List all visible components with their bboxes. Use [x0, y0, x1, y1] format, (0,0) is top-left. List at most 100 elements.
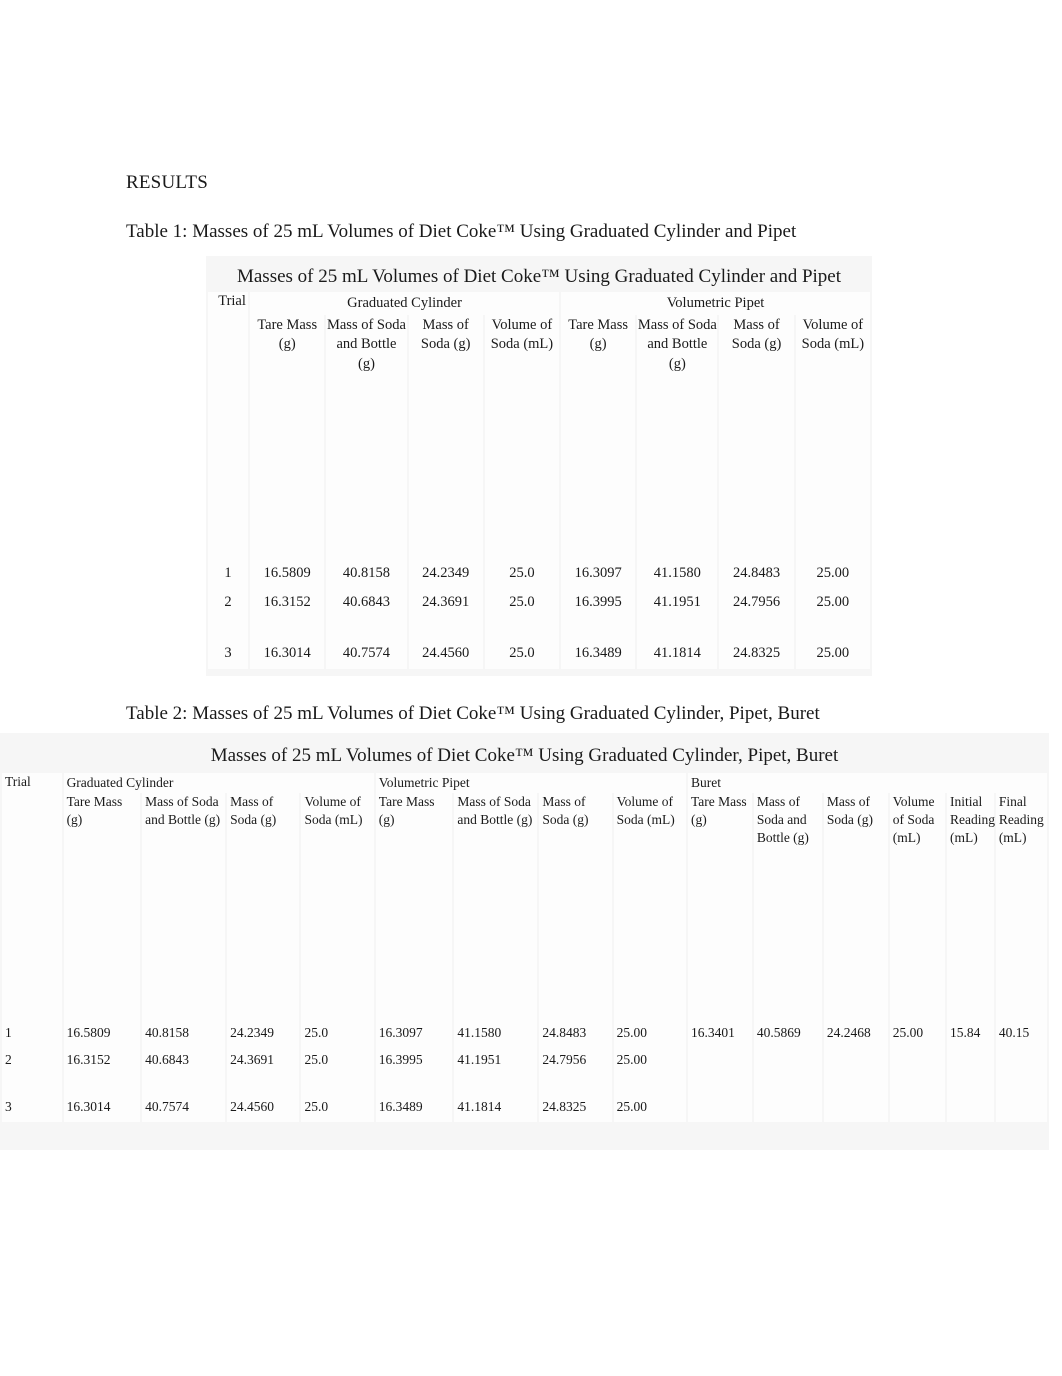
data-cell: 24.3691 — [227, 1048, 300, 1075]
column-header: Tare Mass (g) — [375, 793, 453, 1021]
data-cell: 41.1951 — [454, 1048, 538, 1075]
spacer-cell — [637, 617, 718, 640]
spacer-cell — [454, 1075, 538, 1095]
table-row: 2 16.3152 40.6843 24.3691 25.0 16.3995 41.1951… — [208, 588, 870, 618]
data-cell: 16.3401 — [688, 1021, 752, 1048]
data-cell: 25.00 — [889, 1021, 946, 1048]
table-row: 1 16.5809 40.8158 24.2349 25.0 16.3097 41.1580… — [208, 559, 870, 589]
table-1-caption: Table 1: Masses of 25 mL Volumes of Diet… — [126, 221, 797, 242]
spacer-cell — [539, 1075, 612, 1095]
data-cell — [688, 1048, 752, 1075]
column-header: Mass of Soda and Bottle (g) — [753, 793, 822, 1021]
trial-column-header: Trial — [2, 773, 62, 793]
trial-number-cell: 1 — [2, 1021, 62, 1048]
data-cell — [889, 1095, 946, 1122]
column-header: Mass of Soda and Bottle (g) — [454, 793, 538, 1021]
data-cell: 24.7956 — [539, 1048, 612, 1075]
column-header: Mass of Soda (g) — [539, 793, 612, 1021]
column-header: Tare Mass (g) — [63, 793, 141, 1021]
data-cell: 40.6843 — [326, 588, 407, 618]
trial-number-cell: 3 — [208, 639, 249, 669]
data-cell: 41.1951 — [637, 588, 718, 618]
table-1-grid: Trial Graduated Cylinder Volumetric Pipet T… — [206, 292, 872, 669]
trial-number-cell: 3 — [2, 1095, 62, 1122]
table-2-spacer-row — [2, 1075, 1047, 1095]
data-cell: 41.1814 — [454, 1095, 538, 1122]
results-section-heading: RESULTS — [126, 172, 209, 193]
data-cell: 25.00 — [613, 1021, 686, 1048]
data-cell — [753, 1048, 822, 1075]
column-header: Volume of Soda (mL) — [795, 314, 870, 560]
column-header: Mass of Soda and Bottle (g) — [326, 314, 407, 560]
spacer-cell — [326, 617, 407, 640]
data-cell: 24.4560 — [227, 1095, 300, 1122]
spacer-cell — [823, 1075, 888, 1095]
column-header: Tare Mass (g) — [561, 314, 636, 560]
column-header: Volume of Soda (mL) — [484, 314, 560, 560]
table-2-group-header-row: Trial Graduated Cylinder Volumetric Pipet B… — [2, 773, 1047, 793]
data-cell: 24.7956 — [719, 588, 794, 618]
data-cell: 25.00 — [795, 639, 870, 669]
data-cell: 24.8325 — [719, 639, 794, 669]
spacer-cell — [484, 617, 560, 640]
data-cell: 16.5809 — [63, 1021, 141, 1048]
data-cell: 25.0 — [484, 588, 560, 618]
data-cell: 16.3097 — [561, 559, 636, 589]
group-header-graduated-cylinder: Graduated Cylinder — [63, 773, 374, 793]
table-row: 1 16.5809 40.8158 24.2349 25.0 16.3097 41.1580… — [2, 1021, 1047, 1048]
data-cell: 16.5809 — [250, 559, 325, 589]
data-cell: 25.00 — [795, 588, 870, 618]
data-cell: 16.3014 — [250, 639, 325, 669]
data-cell: 16.3489 — [375, 1095, 453, 1122]
table-1-container: Masses of 25 mL Volumes of Diet Coke™ Us… — [206, 256, 872, 676]
column-header: Volume of Soda (mL) — [889, 793, 946, 1021]
column-header: Mass of Soda (g) — [719, 314, 794, 560]
data-cell: 24.3691 — [408, 588, 483, 618]
spacer-cell — [208, 617, 249, 640]
data-cell: 40.6843 — [142, 1048, 226, 1075]
column-header: Tare Mass (g) — [688, 793, 752, 1021]
table-1-column-header-row: Tare Mass (g) Mass of Soda and Bottle (g)… — [208, 314, 870, 560]
column-header: Mass of Soda and Bottle (g) — [637, 314, 718, 560]
data-cell — [823, 1048, 888, 1075]
table-2-container: Masses of 25 mL Volumes of Diet Coke™ Us… — [0, 733, 1049, 1150]
data-cell: 24.2349 — [408, 559, 483, 589]
column-header-spacer — [208, 314, 249, 560]
data-cell: 40.7574 — [326, 639, 407, 669]
data-cell: 24.4560 — [408, 639, 483, 669]
table-row: 2 16.3152 40.6843 24.3691 25.0 16.3995 41.1951… — [2, 1048, 1047, 1075]
group-header-graduated-cylinder: Graduated Cylinder — [250, 292, 560, 315]
column-header: Volume of Soda (mL) — [301, 793, 374, 1021]
spacer-cell — [2, 1075, 62, 1095]
table-1-group-header-row: Trial Graduated Cylinder Volumetric Pipet — [208, 292, 870, 315]
table-row: 3 16.3014 40.7574 24.4560 25.0 16.3489 41.1814… — [2, 1095, 1047, 1122]
spacer-cell — [753, 1075, 822, 1095]
spacer-cell — [719, 617, 794, 640]
table-1-spacer-row — [208, 617, 870, 640]
spacer-cell — [795, 617, 870, 640]
trial-number-cell: 1 — [208, 559, 249, 589]
group-header-volumetric-pipet: Volumetric Pipet — [561, 292, 870, 315]
trial-column-header: Trial — [208, 292, 249, 315]
data-cell: 16.3995 — [375, 1048, 453, 1075]
spacer-cell — [142, 1075, 226, 1095]
column-header: Tare Mass (g) — [250, 314, 325, 560]
spacer-cell — [889, 1075, 946, 1095]
column-header: Volume of Soda (mL) — [613, 793, 686, 1021]
spacer-cell — [561, 617, 636, 640]
data-cell — [823, 1095, 888, 1122]
column-header: Mass of Soda (g) — [823, 793, 888, 1021]
table-row: 3 16.3014 40.7574 24.4560 25.0 16.3489 41.1814… — [208, 639, 870, 669]
spacer-cell — [301, 1075, 374, 1095]
data-cell: 16.3489 — [561, 639, 636, 669]
table-2-caption: Table 2: Masses of 25 mL Volumes of Diet… — [126, 703, 820, 724]
data-cell: 24.8325 — [539, 1095, 612, 1122]
data-cell: 16.3097 — [375, 1021, 453, 1048]
data-cell: 16.3152 — [63, 1048, 141, 1075]
data-cell: 24.2349 — [227, 1021, 300, 1048]
column-header: Mass of Soda (g) — [408, 314, 483, 560]
data-cell: 25.0 — [484, 639, 560, 669]
data-cell — [947, 1048, 994, 1075]
data-cell: 41.1580 — [454, 1021, 538, 1048]
spacer-cell — [947, 1075, 994, 1095]
